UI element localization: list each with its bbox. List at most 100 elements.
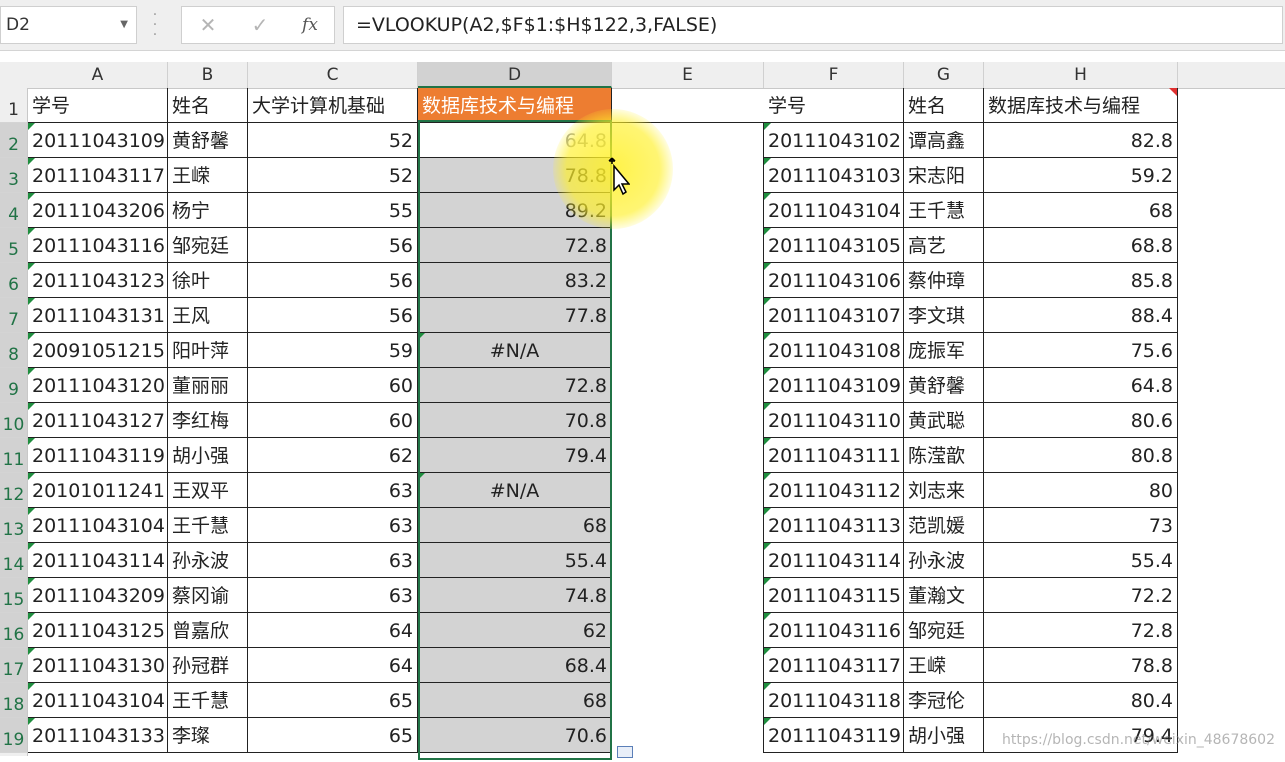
cell-e1[interactable] bbox=[612, 88, 764, 123]
cell-b10[interactable]: 李红梅 bbox=[168, 403, 248, 438]
formula-input[interactable]: =VLOOKUP(A2,$F$1:$H$122,3,FALSE) bbox=[343, 6, 1283, 44]
cell-c8[interactable]: 59 bbox=[248, 333, 418, 368]
cell-d9[interactable]: 72.8 bbox=[418, 368, 612, 403]
cell-f2[interactable]: 20111043102 bbox=[764, 123, 904, 158]
cell-f19[interactable]: 20111043119 bbox=[764, 718, 904, 753]
cell-h6[interactable]: 85.8 bbox=[984, 263, 1178, 298]
cell-h12[interactable]: 80 bbox=[984, 473, 1178, 508]
cell-e4[interactable] bbox=[612, 193, 764, 228]
cell-c1[interactable]: 大学计算机基础 bbox=[248, 88, 418, 123]
cell-g10[interactable]: 黄武聪 bbox=[904, 403, 984, 438]
cell-h14[interactable]: 55.4 bbox=[984, 543, 1178, 578]
column-header-b[interactable]: B bbox=[168, 62, 248, 88]
cell-d5[interactable]: 72.8 bbox=[418, 228, 612, 263]
cell-d1[interactable]: 数据库技术与编程 bbox=[418, 88, 612, 123]
cell-d16[interactable]: 62 bbox=[418, 613, 612, 648]
cell-d19[interactable]: 70.6 bbox=[418, 718, 612, 753]
cell-f13[interactable]: 20111043113 bbox=[764, 508, 904, 543]
cell-c12[interactable]: 63 bbox=[248, 473, 418, 508]
cell-b1[interactable]: 姓名 bbox=[168, 88, 248, 123]
cell-d17[interactable]: 68.4 bbox=[418, 648, 612, 683]
cell-f6[interactable]: 20111043106 bbox=[764, 263, 904, 298]
cell-g8[interactable]: 庞振军 bbox=[904, 333, 984, 368]
cell-c7[interactable]: 56 bbox=[248, 298, 418, 333]
cell-a10[interactable]: 20111043127 bbox=[28, 403, 168, 438]
cell-h13[interactable]: 73 bbox=[984, 508, 1178, 543]
cell-g6[interactable]: 蔡仲璋 bbox=[904, 263, 984, 298]
cell-h8[interactable]: 75.6 bbox=[984, 333, 1178, 368]
cell-a9[interactable]: 20111043120 bbox=[28, 368, 168, 403]
cell-g14[interactable]: 孙永波 bbox=[904, 543, 984, 578]
cell-h4[interactable]: 68 bbox=[984, 193, 1178, 228]
enter-icon[interactable]: ✓ bbox=[240, 7, 280, 43]
cell-b2[interactable]: 黄舒馨 bbox=[168, 123, 248, 158]
cell-h1[interactable]: 数据库技术与编程 bbox=[984, 88, 1178, 123]
cell-c4[interactable]: 55 bbox=[248, 193, 418, 228]
column-header-c[interactable]: C bbox=[248, 62, 418, 88]
cell-d12[interactable]: #N/A bbox=[418, 473, 612, 508]
cell-f17[interactable]: 20111043117 bbox=[764, 648, 904, 683]
cell-a5[interactable]: 20111043116 bbox=[28, 228, 168, 263]
cell-a14[interactable]: 20111043114 bbox=[28, 543, 168, 578]
cell-g15[interactable]: 董瀚文 bbox=[904, 578, 984, 613]
cell-b8[interactable]: 阳叶萍 bbox=[168, 333, 248, 368]
cell-d13[interactable]: 68 bbox=[418, 508, 612, 543]
cell-b6[interactable]: 徐叶 bbox=[168, 263, 248, 298]
cancel-icon[interactable]: ✕ bbox=[188, 7, 228, 43]
cell-g7[interactable]: 李文琪 bbox=[904, 298, 984, 333]
cell-d14[interactable]: 55.4 bbox=[418, 543, 612, 578]
column-header-f[interactable]: F bbox=[764, 62, 904, 88]
worksheet-grid[interactable]: 学号 姓名 大学计算机基础 数据库技术与编程 学号 姓名 数据库技术与编程 201110431… bbox=[0, 88, 1285, 756]
cell-e13[interactable] bbox=[612, 508, 764, 543]
cell-d15[interactable]: 74.8 bbox=[418, 578, 612, 613]
cell-f5[interactable]: 20111043105 bbox=[764, 228, 904, 263]
cell-c2[interactable]: 52 bbox=[248, 123, 418, 158]
column-header-e[interactable]: E bbox=[612, 62, 764, 88]
column-header-a[interactable]: A bbox=[28, 62, 168, 88]
cell-e2[interactable] bbox=[612, 123, 764, 158]
cell-f15[interactable]: 20111043115 bbox=[764, 578, 904, 613]
cell-g4[interactable]: 王千慧 bbox=[904, 193, 984, 228]
cell-e12[interactable] bbox=[612, 473, 764, 508]
cell-a3[interactable]: 20111043117 bbox=[28, 158, 168, 193]
cell-g1[interactable]: 姓名 bbox=[904, 88, 984, 123]
cell-h10[interactable]: 80.6 bbox=[984, 403, 1178, 438]
cell-b12[interactable]: 王双平 bbox=[168, 473, 248, 508]
cell-h7[interactable]: 88.4 bbox=[984, 298, 1178, 333]
cell-d18[interactable]: 68 bbox=[418, 683, 612, 718]
cell-b13[interactable]: 王千慧 bbox=[168, 508, 248, 543]
cell-c15[interactable]: 63 bbox=[248, 578, 418, 613]
cell-d6[interactable]: 83.2 bbox=[418, 263, 612, 298]
cell-d10[interactable]: 70.8 bbox=[418, 403, 612, 438]
cell-e5[interactable] bbox=[612, 228, 764, 263]
cell-b4[interactable]: 杨宁 bbox=[168, 193, 248, 228]
cell-c10[interactable]: 60 bbox=[248, 403, 418, 438]
cell-e16[interactable] bbox=[612, 613, 764, 648]
cell-a4[interactable]: 20111043206 bbox=[28, 193, 168, 228]
cell-a18[interactable]: 20111043104 bbox=[28, 683, 168, 718]
cell-c6[interactable]: 56 bbox=[248, 263, 418, 298]
cell-d8[interactable]: #N/A bbox=[418, 333, 612, 368]
cell-a13[interactable]: 20111043104 bbox=[28, 508, 168, 543]
cell-c9[interactable]: 60 bbox=[248, 368, 418, 403]
cell-a8[interactable]: 20091051215 bbox=[28, 333, 168, 368]
cell-c3[interactable]: 52 bbox=[248, 158, 418, 193]
cell-c19[interactable]: 65 bbox=[248, 718, 418, 753]
cell-e3[interactable] bbox=[612, 158, 764, 193]
cell-g19[interactable]: 胡小强 bbox=[904, 718, 984, 753]
cell-h15[interactable]: 72.2 bbox=[984, 578, 1178, 613]
cell-a19[interactable]: 20111043133 bbox=[28, 718, 168, 753]
cell-f18[interactable]: 20111043118 bbox=[764, 683, 904, 718]
cell-e15[interactable] bbox=[612, 578, 764, 613]
cell-d11[interactable]: 79.4 bbox=[418, 438, 612, 473]
column-header-d[interactable]: D bbox=[418, 62, 612, 88]
cell-g11[interactable]: 陈滢歆 bbox=[904, 438, 984, 473]
cell-f10[interactable]: 20111043110 bbox=[764, 403, 904, 438]
cell-e18[interactable] bbox=[612, 683, 764, 718]
cell-d2[interactable]: 64.8 bbox=[418, 123, 612, 158]
cell-b15[interactable]: 蔡冈谕 bbox=[168, 578, 248, 613]
cell-g5[interactable]: 高艺 bbox=[904, 228, 984, 263]
cell-a7[interactable]: 20111043131 bbox=[28, 298, 168, 333]
cell-e9[interactable] bbox=[612, 368, 764, 403]
cell-f9[interactable]: 20111043109 bbox=[764, 368, 904, 403]
